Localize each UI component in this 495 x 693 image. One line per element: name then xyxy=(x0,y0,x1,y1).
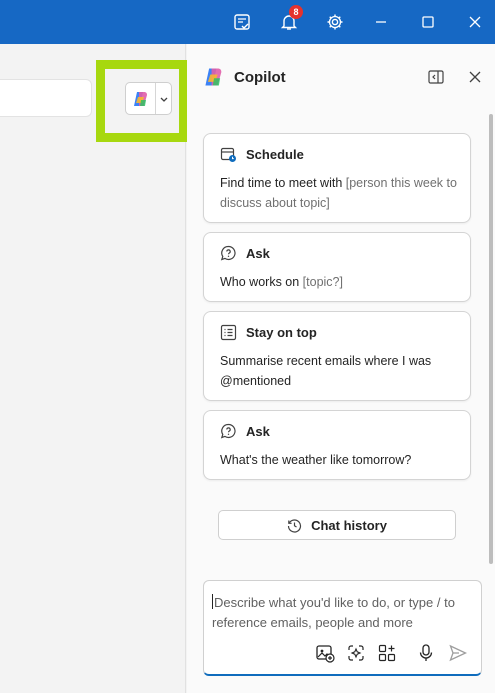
prompt-text: Summarise recent emails where I was @men… xyxy=(220,354,432,388)
search-input[interactable] xyxy=(0,79,92,117)
copilot-icon xyxy=(205,68,222,86)
maximize-icon xyxy=(422,16,434,28)
card-title: Stay on top xyxy=(246,325,317,340)
prompt-text: What's the weather like tomorrow? xyxy=(220,453,412,467)
tasks-button[interactable] xyxy=(228,8,256,36)
close-pane-button[interactable] xyxy=(465,67,485,87)
copilot-logo xyxy=(126,83,156,114)
card-prompt: Who works on [topic?] xyxy=(220,273,460,293)
calendar-clock-icon xyxy=(220,147,236,162)
minimize-button[interactable] xyxy=(367,8,395,36)
copilot-dropdown[interactable] xyxy=(156,94,171,104)
copilot-pane: Copilot Schedule Find time to meet with … xyxy=(187,44,495,693)
list-icon xyxy=(220,324,237,341)
pane-title: Copilot xyxy=(234,69,286,86)
apps-button[interactable] xyxy=(376,642,398,664)
copilot-icon xyxy=(133,91,147,106)
close-window-button[interactable] xyxy=(461,8,489,36)
copilot-header: Copilot xyxy=(187,44,495,110)
copilot-header-logo xyxy=(203,66,225,93)
copilot-button[interactable] xyxy=(125,82,172,115)
card-prompt: Summarise recent emails where I was @men… xyxy=(220,352,460,391)
input-placeholder: Describe what you'd like to do, or type … xyxy=(212,595,455,630)
tasks-icon xyxy=(234,14,250,30)
close-icon xyxy=(469,71,481,83)
card-prompt: Find time to meet with [person this week… xyxy=(220,174,460,213)
card-prompt: What's the weather like tomorrow? xyxy=(220,451,460,471)
settings-button[interactable] xyxy=(321,8,349,36)
dock-pane-button[interactable] xyxy=(426,67,446,87)
apps-add-icon xyxy=(378,644,396,662)
sparkle-image-icon xyxy=(348,645,364,661)
prompt-card-stay-on-top[interactable]: Stay on top Summarise recent emails wher… xyxy=(203,311,471,401)
question-chat-icon xyxy=(220,423,236,439)
prompt-card-ask-topic[interactable]: Ask Who works on [topic?] xyxy=(203,232,471,302)
prompt-card-ask-weather[interactable]: Ask What's the weather like tomorrow? xyxy=(203,410,471,480)
card-title: Ask xyxy=(246,246,270,261)
input-toolbar xyxy=(314,642,437,664)
chat-history-label: Chat history xyxy=(311,517,387,533)
history-icon xyxy=(287,518,302,533)
main-area xyxy=(0,44,188,693)
card-title: Schedule xyxy=(246,147,304,162)
prompt-placeholder: [topic?] xyxy=(302,275,343,289)
minimize-icon xyxy=(376,21,386,23)
gear-icon xyxy=(327,14,343,30)
card-title: Ask xyxy=(246,424,270,439)
microphone-icon xyxy=(419,644,433,661)
text-caret xyxy=(212,594,213,609)
notification-badge: 8 xyxy=(289,5,303,19)
panel-dock-icon xyxy=(428,70,444,84)
sparkle-image-button[interactable] xyxy=(345,642,367,664)
maximize-button[interactable] xyxy=(414,8,442,36)
notifications-button[interactable]: 8 xyxy=(275,5,303,36)
copilot-button-highlight xyxy=(96,60,188,142)
send-icon xyxy=(449,644,468,662)
prompt-text: Find time to meet with xyxy=(220,176,346,190)
title-bar: 8 xyxy=(0,0,495,44)
microphone-button[interactable] xyxy=(415,642,437,664)
image-add-icon xyxy=(316,645,335,663)
prompt-text: Who works on xyxy=(220,275,303,289)
send-button[interactable] xyxy=(448,643,468,668)
prompt-input-field[interactable]: Describe what you'd like to do, or type … xyxy=(212,593,474,633)
add-image-button[interactable] xyxy=(314,642,336,664)
question-chat-icon xyxy=(220,245,236,261)
pane-scrollbar[interactable] xyxy=(489,114,493,564)
prompt-card-schedule[interactable]: Schedule Find time to meet with [person … xyxy=(203,133,471,223)
chat-history-button[interactable]: Chat history xyxy=(218,510,456,540)
prompt-input[interactable]: Describe what you'd like to do, or type … xyxy=(203,580,482,676)
close-icon xyxy=(469,16,481,28)
chevron-down-icon xyxy=(160,97,167,102)
